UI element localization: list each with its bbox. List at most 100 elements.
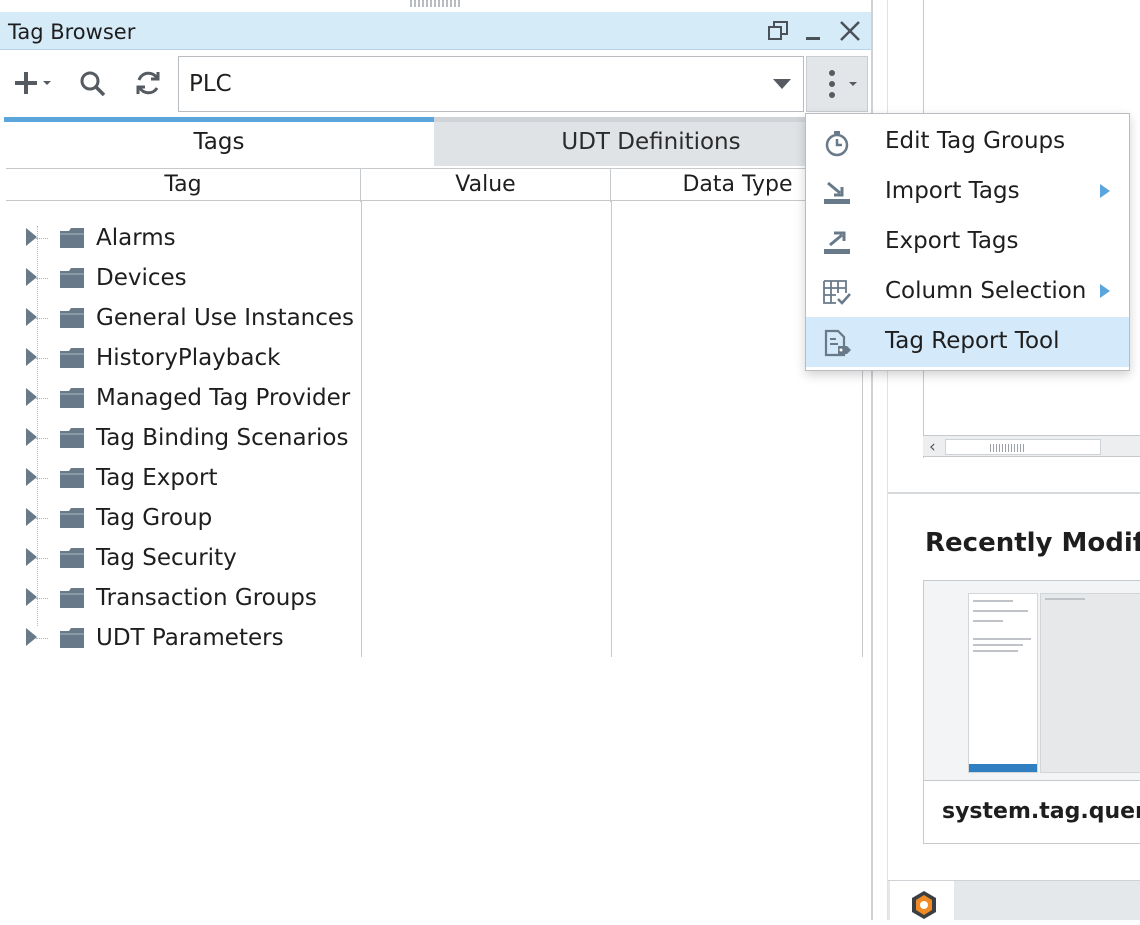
folder-icon: [59, 307, 85, 329]
folder-icon: [59, 627, 85, 649]
tab-udt-definitions[interactable]: UDT Definitions: [434, 117, 868, 166]
menu-label: Tag Report Tool: [885, 328, 1060, 354]
more-options-button[interactable]: [806, 56, 868, 112]
thumbnail-sidebar: [968, 593, 1038, 773]
tree-row-label: Tag Export: [96, 465, 218, 491]
tree-guide-line: [36, 638, 48, 639]
folder-icon: [59, 547, 85, 569]
expand-arrow-icon[interactable]: [26, 388, 37, 406]
thumbnail-content: [1040, 593, 1140, 773]
folder-icon: [59, 587, 85, 609]
column-divider: [361, 201, 362, 657]
expand-arrow-icon[interactable]: [26, 268, 37, 286]
column-header-tag[interactable]: Tag: [6, 169, 361, 202]
resize-grip[interactable]: [410, 0, 460, 7]
column-divider: [611, 201, 612, 657]
ignition-logo-icon: [912, 891, 936, 919]
tab-tags[interactable]: Tags: [4, 117, 434, 166]
expand-arrow-icon[interactable]: [26, 348, 37, 366]
search-icon[interactable]: [78, 66, 108, 100]
expand-arrow-icon[interactable]: [26, 308, 37, 326]
expand-arrow-icon[interactable]: [26, 508, 37, 526]
expand-arrow-icon[interactable]: [26, 628, 37, 646]
tree-guide-line: [36, 558, 48, 559]
close-icon[interactable]: [837, 18, 863, 44]
menu-item-edit-tag-groups[interactable]: Edit Tag Groups: [806, 117, 1129, 167]
tree-row-label: General Use Instances: [96, 305, 355, 331]
expand-arrow-icon[interactable]: [26, 548, 37, 566]
tree-guide-line: [36, 438, 48, 439]
recent-item-card[interactable]: system.tag.quer: [923, 580, 1140, 844]
folder-icon: [59, 387, 85, 409]
tree-row[interactable]: Devices: [6, 258, 361, 298]
folder-icon: [59, 227, 85, 249]
submenu-arrow-icon: [1100, 284, 1110, 298]
tree-row[interactable]: Tag Export: [6, 458, 361, 498]
divider: [888, 492, 1140, 494]
expand-arrow-icon[interactable]: [26, 428, 37, 446]
import-icon: [822, 179, 852, 207]
recent-item-thumbnail: [924, 581, 1140, 781]
tree-row-label: Alarms: [96, 225, 176, 251]
folder-icon: [59, 427, 85, 449]
recent-item-label: system.tag.quer: [942, 799, 1140, 824]
tree-row[interactable]: Managed Tag Provider: [6, 378, 361, 418]
tree-row[interactable]: Alarms: [6, 218, 361, 258]
tree-row[interactable]: Tag Security: [6, 538, 361, 578]
folder-icon: [59, 267, 85, 289]
menu-label: Export Tags: [885, 228, 1019, 254]
tree-row[interactable]: Transaction Groups: [6, 578, 361, 618]
submenu-arrow-icon: [1100, 184, 1110, 198]
tree-guide-line: [36, 238, 48, 239]
tree-row-label: Tag Group: [96, 505, 213, 531]
chevron-down-icon[interactable]: [773, 79, 791, 89]
tree-row[interactable]: Tag Binding Scenarios: [6, 418, 361, 458]
table-header: Tag Value Data Type: [6, 168, 864, 202]
refresh-icon[interactable]: [133, 66, 163, 100]
tree-row-label: UDT Parameters: [96, 625, 284, 651]
provider-value: PLC: [189, 71, 232, 97]
add-tag-button[interactable]: [14, 66, 58, 100]
report-icon: [822, 329, 852, 357]
minimize-icon[interactable]: [801, 18, 827, 44]
expand-arrow-icon[interactable]: [26, 588, 37, 606]
tree-guide-line: [36, 358, 48, 359]
table-check-icon: [822, 279, 852, 307]
tag-tree-table: Tag Value Data Type Alarms Devices General…: [6, 168, 864, 658]
scroll-grip: [990, 444, 1024, 452]
menu-label: Import Tags: [885, 178, 1020, 204]
bottom-tab-strip: [888, 880, 1140, 921]
tree-row-label: Devices: [96, 265, 187, 291]
tab-bar: Tags UDT Definitions: [4, 117, 868, 166]
menu-item-export-tags[interactable]: Export Tags: [806, 217, 1129, 267]
tree-row-label: Transaction Groups: [96, 585, 317, 611]
folder-icon: [59, 347, 85, 369]
tag-provider-dropdown[interactable]: PLC: [178, 56, 804, 112]
tree-guide-line: [36, 278, 48, 279]
menu-item-import-tags[interactable]: Import Tags: [806, 167, 1129, 217]
tree-row[interactable]: UDT Parameters: [6, 618, 361, 658]
panel-title-bar: Tag Browser: [0, 12, 871, 50]
recently-modified-heading: Recently Modif: [925, 528, 1140, 558]
tree-row-label: Managed Tag Provider: [96, 385, 351, 411]
tree-row[interactable]: General Use Instances: [6, 298, 361, 338]
tree-row[interactable]: Tag Group: [6, 498, 361, 538]
menu-label: Column Selection: [885, 278, 1087, 304]
panel-title: Tag Browser: [8, 20, 136, 44]
tree-guide-line: [36, 598, 48, 599]
expand-arrow-icon[interactable]: [26, 468, 37, 486]
tag-browser-panel: Tag Browser PLC Tags UDT Definitions Tag…: [0, 0, 873, 920]
designer-tab[interactable]: [890, 881, 954, 921]
scroll-left-icon[interactable]: ‹: [929, 437, 936, 457]
restore-icon[interactable]: [765, 18, 791, 44]
tree-guide-line: [36, 478, 48, 479]
menu-item-tag-report-tool[interactable]: Tag Report Tool: [806, 317, 1129, 367]
folder-icon: [59, 507, 85, 529]
tree-guide-line: [36, 518, 48, 519]
column-header-value[interactable]: Value: [361, 169, 611, 202]
tree-row[interactable]: HistoryPlayback: [6, 338, 361, 378]
menu-item-column-selection[interactable]: Column Selection: [806, 267, 1129, 317]
expand-arrow-icon[interactable]: [26, 228, 37, 246]
scroll-thumb[interactable]: [945, 439, 1101, 455]
horizontal-scrollbar[interactable]: ‹: [923, 435, 1140, 457]
